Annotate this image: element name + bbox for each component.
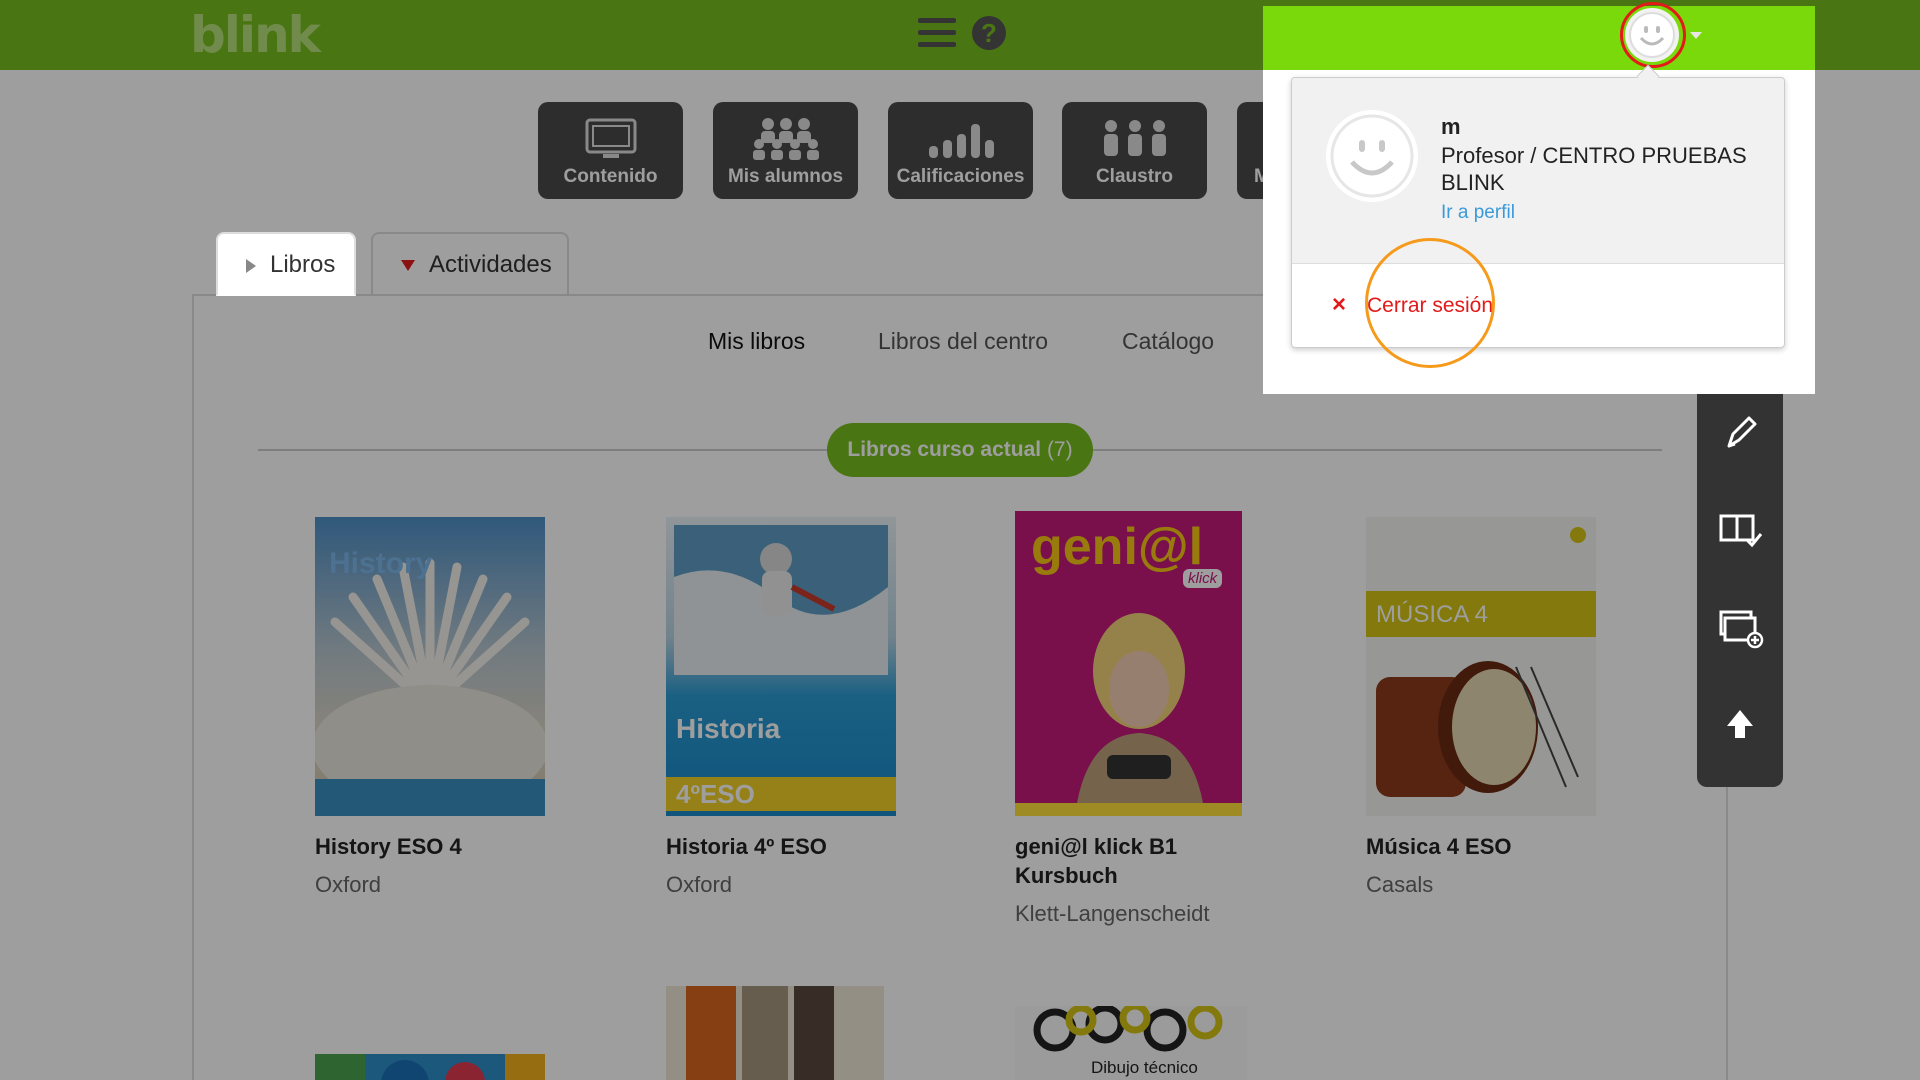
profile-link[interactable]: Ir a perfil bbox=[1441, 202, 1515, 224]
upload-arrow-icon[interactable] bbox=[1715, 700, 1765, 750]
avatar bbox=[1326, 110, 1418, 202]
side-toolbar bbox=[1697, 364, 1783, 787]
highlight-header-bar bbox=[1263, 6, 1815, 70]
user-role: Profesor / CENTRO PRUEBAS BLINK bbox=[1441, 143, 1747, 195]
caret-right-icon bbox=[246, 258, 256, 273]
add-window-icon[interactable] bbox=[1715, 602, 1765, 652]
book-check-icon[interactable] bbox=[1715, 504, 1765, 554]
highlight-ring-logout bbox=[1365, 238, 1495, 368]
close-icon[interactable]: × bbox=[1332, 291, 1346, 319]
chevron-down-icon[interactable] bbox=[1690, 32, 1702, 39]
tab-label: Libros bbox=[270, 251, 336, 278]
smiley-icon bbox=[1330, 114, 1414, 198]
user-name: m bbox=[1441, 114, 1461, 139]
pencil-icon[interactable] bbox=[1715, 408, 1765, 458]
tab-libros[interactable]: Libros bbox=[216, 232, 356, 296]
highlight-ring-avatar bbox=[1620, 2, 1686, 68]
